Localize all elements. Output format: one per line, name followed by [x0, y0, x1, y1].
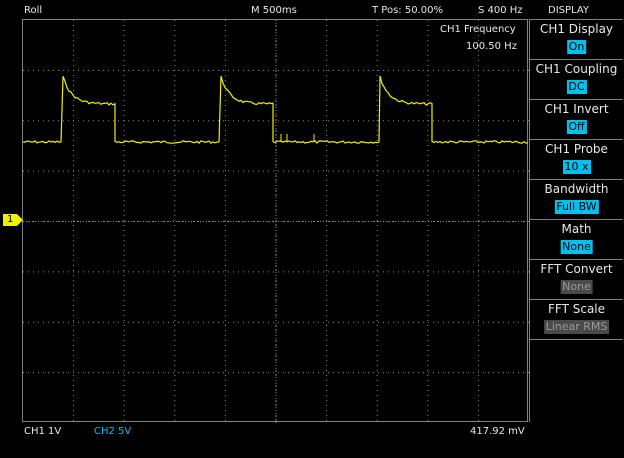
- menu-item-title: CH1 Display: [539, 22, 614, 36]
- trigger-position-readout: T Pos: 50.00%: [372, 5, 443, 16]
- menu-item-ch1-probe[interactable]: CH1 Probe 10 x: [530, 139, 623, 179]
- menu-item-ch1-coupling[interactable]: CH1 Coupling DC: [530, 59, 623, 99]
- ch1-trace: [23, 75, 529, 144]
- menu-item-title: Math: [561, 222, 592, 236]
- menu-item-title: CH1 Coupling: [535, 62, 618, 76]
- menu-item-value: Full BW: [554, 200, 599, 214]
- menu-title: DISPLAY: [548, 5, 590, 16]
- menu-item-bandwidth[interactable]: Bandwidth Full BW: [530, 179, 623, 219]
- oscilloscope-screen: Roll M 500ms T Pos: 50.00% S 400 Hz DISP…: [0, 0, 624, 458]
- menu-item-value: On: [566, 40, 587, 54]
- menu-item-value: None: [560, 240, 593, 254]
- ch2-scale-readout: CH2 5V: [94, 426, 132, 437]
- menu-item-value: None: [560, 280, 593, 294]
- menu-item-value: Off: [566, 120, 587, 134]
- menu-divider: [530, 339, 623, 340]
- timebase-readout: M 500ms: [251, 5, 297, 16]
- menu-item-ch1-display[interactable]: CH1 Display On: [530, 19, 623, 59]
- ch1-waveform: [23, 75, 529, 144]
- menu-item-title: CH1 Invert: [544, 102, 609, 116]
- menu-item-ch1-invert[interactable]: CH1 Invert Off: [530, 99, 623, 139]
- menu-item-title: FFT Convert: [540, 262, 613, 276]
- status-bar: CH1 1V CH2 5V 417.92 mV: [0, 422, 624, 458]
- ch1-ground-marker[interactable]: 1: [3, 214, 23, 226]
- sample-rate-readout: S 400 Hz: [478, 5, 523, 16]
- menu-item-fft-convert[interactable]: FFT Convert None: [530, 259, 623, 299]
- menu-item-value: DC: [566, 80, 587, 94]
- trigger-level-readout: 417.92 mV: [470, 426, 525, 437]
- waveform-display: CH1 Frequency 100.50 Hz: [22, 19, 529, 423]
- menu-item-title: Bandwidth: [544, 182, 609, 196]
- measurement-label: CH1 Frequency: [440, 24, 516, 35]
- menu-item-title: FFT Scale: [547, 302, 606, 316]
- menu-item-value: 10 x: [562, 160, 591, 174]
- menu-item-value: Linear RMS: [543, 320, 610, 334]
- menu-item-math[interactable]: Math None: [530, 219, 623, 259]
- measurement-value: 100.50 Hz: [466, 41, 517, 52]
- menu-item-title: CH1 Probe: [545, 142, 608, 156]
- menu-item-fft-scale[interactable]: FFT Scale Linear RMS: [530, 299, 623, 339]
- side-menu: CH1 Display On CH1 Coupling DC CH1 Invert Off…: [529, 19, 623, 422]
- ch1-scale-readout: CH1 1V: [24, 426, 62, 437]
- acquisition-mode: Roll: [24, 5, 43, 16]
